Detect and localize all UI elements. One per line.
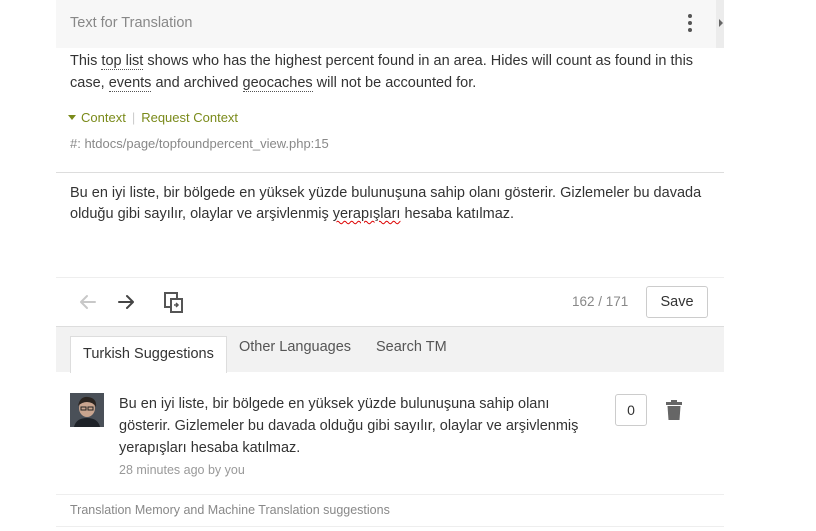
divider	[56, 494, 724, 495]
suggestion-item[interactable]: Bu en iyi liste, bir bölgede en yüksek y…	[56, 372, 724, 494]
suggestion-meta: 28 minutes ago by you	[119, 463, 245, 477]
panel-header: Text for Translation	[56, 0, 716, 48]
translation-editor-panel: Text for Translation This top list shows…	[56, 0, 724, 531]
source-reference: #: htdocs/page/topfoundpercent_view.php:…	[70, 136, 329, 151]
trash-icon[interactable]	[666, 400, 682, 420]
copy-original-icon[interactable]	[162, 290, 186, 314]
editor-toolbar: 162 / 171 Save	[56, 278, 724, 326]
divider	[56, 172, 724, 173]
arrow-left-icon[interactable]	[76, 290, 100, 314]
glossary-term[interactable]: events	[108, 75, 152, 92]
divider	[56, 526, 724, 527]
save-button[interactable]: Save	[646, 286, 708, 318]
suggestion-text: Bu en iyi liste, bir bölgede en yüksek y…	[119, 396, 579, 456]
panel-title: Text for Translation	[70, 15, 193, 31]
context-toggle[interactable]: Context	[81, 110, 126, 125]
request-context-link[interactable]: Request Context	[141, 110, 238, 125]
machinery-section-label: Translation Memory and Machine Translati…	[70, 503, 390, 517]
avatar	[70, 393, 104, 427]
translation-editor[interactable]: Bu en iyi liste, bir bölgede en yüksek y…	[70, 183, 720, 225]
tab-turkish-suggestions[interactable]: Turkish Suggestions	[70, 336, 227, 373]
misspelled-word[interactable]: yerapışları	[333, 206, 401, 222]
caret-down-icon	[68, 115, 76, 120]
kebab-menu-icon[interactable]	[686, 14, 694, 34]
string-counter: 162 / 171	[572, 294, 629, 309]
arrow-right-icon[interactable]	[114, 290, 138, 314]
tab-search-tm[interactable]: Search TM	[376, 339, 447, 355]
glossary-term[interactable]: top list	[101, 53, 144, 70]
context-links: Context | Request Context	[68, 110, 238, 125]
source-text: This top list shows who has the highest …	[70, 53, 694, 92]
tab-other-languages[interactable]: Other Languages	[239, 339, 351, 355]
glossary-term[interactable]: geocaches	[242, 75, 313, 92]
separator: |	[131, 110, 136, 125]
vote-count[interactable]: 0	[615, 394, 647, 426]
helpers-tabs: Turkish Suggestions Other Languages Sear…	[56, 326, 724, 373]
